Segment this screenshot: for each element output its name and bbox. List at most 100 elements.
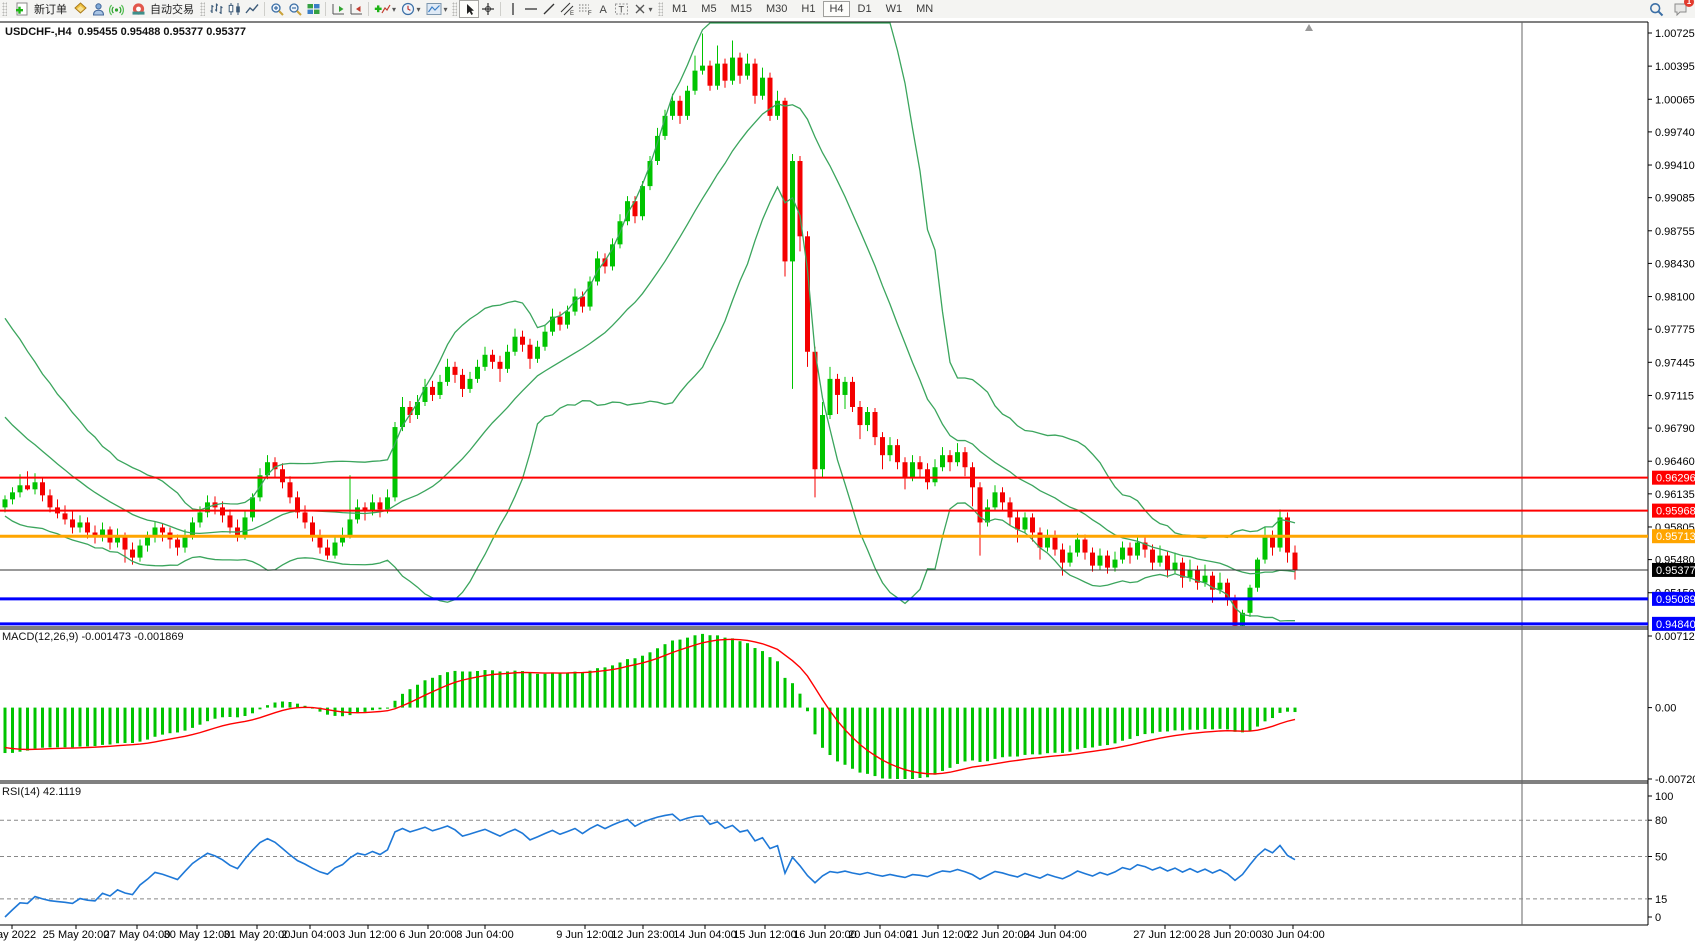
zoom-in-icon[interactable] (268, 1, 286, 17)
candle-body (918, 462, 923, 469)
macd-bar (784, 678, 787, 708)
vertical-line-tool-icon[interactable] (504, 1, 522, 17)
timeframe-button-M30[interactable]: M30 (760, 1, 793, 17)
macd-bar (416, 685, 419, 708)
candlestick-type-icon[interactable] (225, 1, 243, 17)
signals-icon[interactable] (107, 1, 125, 17)
autotrade-button[interactable]: 自动交易 (125, 1, 198, 17)
timeframe-group: M1M5M15M30H1H4D1W1MN (665, 1, 940, 17)
macd-bar (109, 708, 112, 745)
rsi-tick-label: 0 (1655, 912, 1661, 924)
profile-icon[interactable] (89, 1, 107, 17)
macd-bar (791, 683, 794, 707)
timeframe-button-M15[interactable]: M15 (725, 1, 758, 17)
time-tick-label: 8 Jun 04:00 (456, 929, 514, 941)
equidistant-channel-tool-icon[interactable]: E (558, 1, 576, 17)
bar-chart-type-icon[interactable] (207, 1, 225, 17)
timeframe-button-H4[interactable]: H4 (823, 1, 849, 17)
macd-bar (364, 708, 367, 712)
crosshair-icon[interactable] (479, 1, 497, 17)
templates-icon[interactable]: ▾ (424, 1, 450, 17)
toolbar-grip[interactable] (452, 2, 457, 16)
periods-icon[interactable]: ▾ (398, 1, 424, 17)
toolbar-grip[interactable] (658, 2, 663, 16)
price-flag-label: 0.95968 (1656, 506, 1695, 518)
candle-body (933, 467, 938, 482)
text-tool-icon[interactable]: A (594, 1, 612, 17)
macd-bar (184, 708, 187, 731)
macd-signal-value: -0.001869 (134, 631, 184, 643)
macd-bar (739, 641, 742, 707)
macd-bar (274, 703, 277, 708)
candle-body (18, 485, 23, 492)
price-tick-label: 0.96135 (1655, 489, 1695, 501)
macd-bar (454, 671, 457, 708)
chart-shift-icon[interactable] (347, 1, 365, 17)
text-label-tool-icon[interactable]: T (612, 1, 630, 17)
candle-body (565, 312, 570, 325)
macd-bar (866, 708, 869, 774)
macd-bar (1091, 708, 1094, 748)
auto-scroll-icon[interactable] (329, 1, 347, 17)
macd-bar (41, 708, 44, 748)
macd-bar (979, 708, 982, 762)
indicators-icon[interactable]: ▾ (372, 1, 398, 17)
mt4-terminal-window: { "toolbar": { "new_order_label": "新订单",… (0, 0, 1695, 946)
arrows-tool-icon[interactable]: ▾ (630, 1, 656, 17)
horizontal-line-tool-icon[interactable] (522, 1, 540, 17)
trendline-tool-icon[interactable] (540, 1, 558, 17)
macd-bar (566, 673, 569, 708)
macd-bar (439, 675, 442, 708)
cursor-icon[interactable] (459, 0, 479, 18)
macd-bar (829, 708, 832, 755)
symbol-period-label: USDCHF-,H4 (5, 26, 72, 38)
notifications-icon[interactable]: 1 (1671, 1, 1689, 17)
timeframe-button-M5[interactable]: M5 (695, 1, 722, 17)
zoom-out-icon[interactable] (286, 1, 304, 17)
search-icon[interactable] (1647, 1, 1665, 17)
svg-text:E: E (570, 11, 574, 16)
macd-bar (139, 708, 142, 742)
macd-bar (491, 670, 494, 707)
new-order-button[interactable]: 新订单 (9, 1, 71, 17)
market-icon[interactable] (71, 1, 89, 17)
candle-body (730, 58, 735, 81)
timeframe-button-W1[interactable]: W1 (880, 1, 909, 17)
timeframe-button-D1[interactable]: D1 (852, 1, 878, 17)
candle-body (1218, 583, 1223, 590)
timeframe-button-M1[interactable]: M1 (666, 1, 693, 17)
macd-bar (529, 673, 532, 708)
price-tick-label: 0.97775 (1655, 324, 1695, 336)
candle-body (693, 71, 698, 91)
ohlc-high: 0.95488 (121, 26, 161, 38)
fibonacci-tool-icon[interactable]: F (576, 1, 594, 17)
time-tick-label: May 2022 (0, 929, 36, 941)
candle-body (483, 355, 488, 367)
toolbar-separator (264, 2, 265, 16)
macd-bar (709, 635, 712, 707)
timeframe-button-MN[interactable]: MN (910, 1, 939, 17)
macd-tick-label: 0.007125 (1655, 631, 1695, 643)
macd-bar (1054, 708, 1057, 753)
chart-canvas[interactable]: 1.007251.003951.000650.997400.994100.990… (0, 18, 1695, 946)
timeframe-button-H1[interactable]: H1 (795, 1, 821, 17)
macd-bar (1001, 708, 1004, 758)
macd-bar (469, 672, 472, 708)
tile-windows-icon[interactable] (304, 1, 322, 17)
svg-text:A: A (599, 4, 607, 16)
macd-bar (559, 673, 562, 707)
macd-bar (844, 708, 847, 765)
candle-body (325, 548, 330, 556)
price-tick-label: 0.96460 (1655, 456, 1695, 468)
candle-body (490, 355, 495, 362)
toolbar-grip[interactable] (2, 2, 7, 16)
macd-bar (79, 708, 82, 747)
line-chart-type-icon[interactable] (243, 1, 261, 17)
macd-bar (176, 708, 179, 733)
toolbar-grip[interactable] (200, 2, 205, 16)
candle-body (85, 522, 90, 532)
time-tick-label: 27 Jun 12:00 (1133, 929, 1197, 941)
candle-body (1023, 517, 1028, 529)
macd-bar (1114, 708, 1117, 744)
candle-body (475, 367, 480, 379)
